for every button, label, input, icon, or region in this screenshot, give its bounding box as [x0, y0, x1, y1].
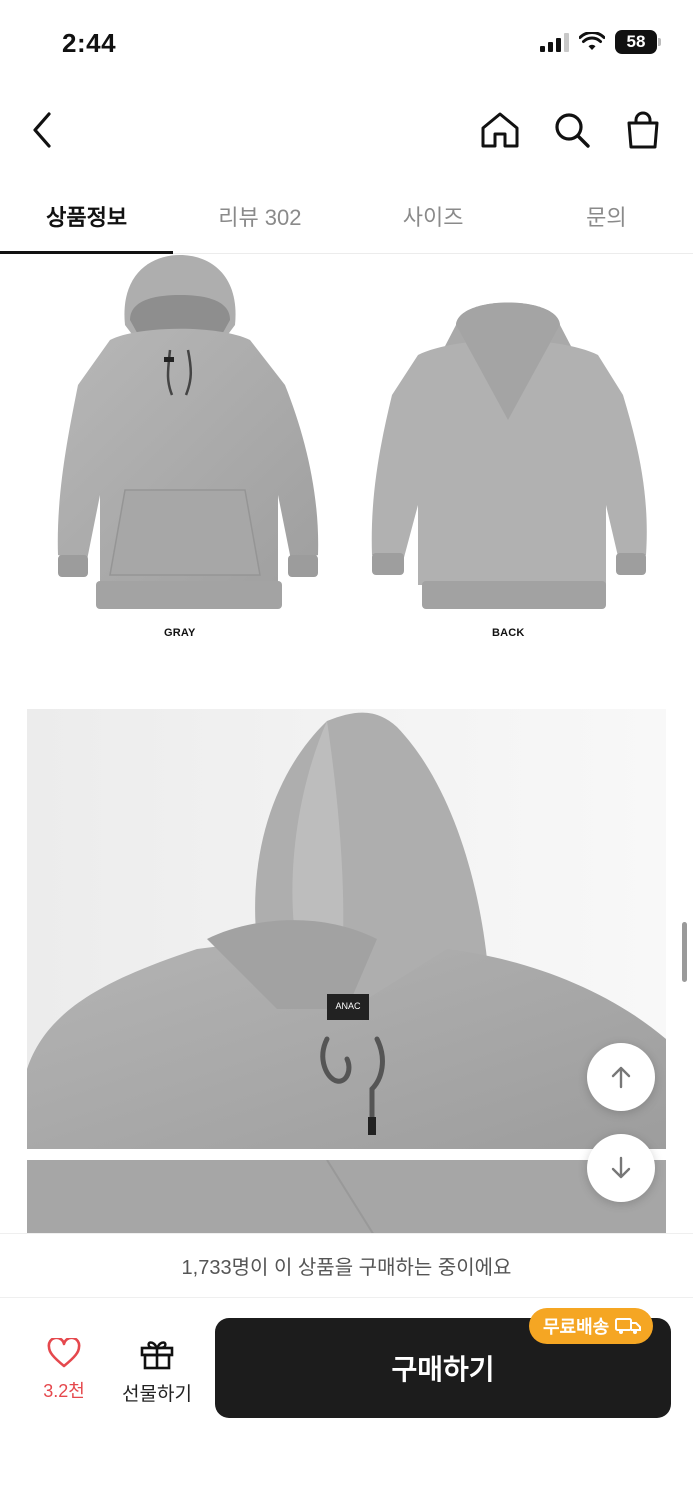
arrow-up-icon: [611, 1066, 631, 1089]
chevron-left-icon: [33, 112, 51, 148]
purchase-activity-notice: 1,733명이 이 상품을 구매하는 중이에요: [0, 1233, 693, 1297]
back-view-label: BACK: [492, 627, 525, 639]
brand-tag-text: ANAC: [335, 1001, 361, 1011]
cellular-signal-icon: [540, 32, 569, 52]
scrollbar-thumb[interactable]: [682, 922, 687, 982]
hoodie-hood-closeup-graphic: ANAC: [27, 712, 666, 1149]
tab-product-info[interactable]: 상품정보: [0, 178, 174, 254]
wifi-icon: [579, 32, 605, 50]
hoodie-closeup-image: ANAC: [27, 709, 666, 1149]
shopping-bag-icon: [627, 111, 659, 149]
arrow-down-icon: [611, 1156, 631, 1179]
cart-button[interactable]: [617, 104, 669, 156]
like-button[interactable]: 3.2천: [30, 1336, 98, 1403]
status-time: 2:44: [62, 28, 117, 58]
status-icons: 58: [540, 30, 661, 54]
front-color-label: GRAY: [164, 627, 196, 639]
hoodie-back-image: [371, 302, 647, 609]
gift-label: 선물하기: [122, 1384, 192, 1405]
free-shipping-label: 무료배송: [543, 1317, 610, 1337]
search-icon: [555, 113, 590, 148]
top-navigation: [0, 90, 693, 170]
hoodie-fabric-graphic: [27, 1160, 666, 1233]
product-detail-content: GRAY BACK ANAC: [0, 255, 693, 1233]
home-button[interactable]: [474, 104, 526, 156]
hoodie-front-image: [57, 255, 319, 609]
tab-reviews[interactable]: 리뷰 302: [173, 178, 346, 253]
back-button[interactable]: [16, 104, 68, 156]
delivery-truck-icon: [615, 1318, 642, 1334]
gift-icon: [140, 1341, 174, 1370]
tab-size[interactable]: 사이즈: [347, 178, 520, 253]
hoodie-front-back-image: GRAY BACK: [0, 255, 693, 655]
gift-button[interactable]: 선물하기: [116, 1338, 198, 1406]
product-tabs: 상품정보 리뷰 302 사이즈 문의: [0, 178, 693, 254]
battery-indicator: 58: [615, 30, 661, 54]
status-bar: 2:44 58: [0, 0, 693, 90]
heart-icon: [47, 1336, 81, 1368]
scroll-down-button[interactable]: [587, 1134, 655, 1202]
hoodie-fabric-image: [27, 1160, 666, 1233]
free-shipping-badge: 무료배송: [529, 1308, 654, 1344]
home-icon: [481, 112, 519, 148]
like-count: 3.2천: [43, 1381, 85, 1401]
image-divider: [27, 1149, 666, 1160]
scroll-up-button[interactable]: [587, 1043, 655, 1111]
bottom-action-bar: 3.2천 선물하기 구매하기 무료배송: [0, 1297, 693, 1500]
tab-inquiry[interactable]: 문의: [520, 178, 693, 253]
search-button[interactable]: [546, 104, 598, 156]
